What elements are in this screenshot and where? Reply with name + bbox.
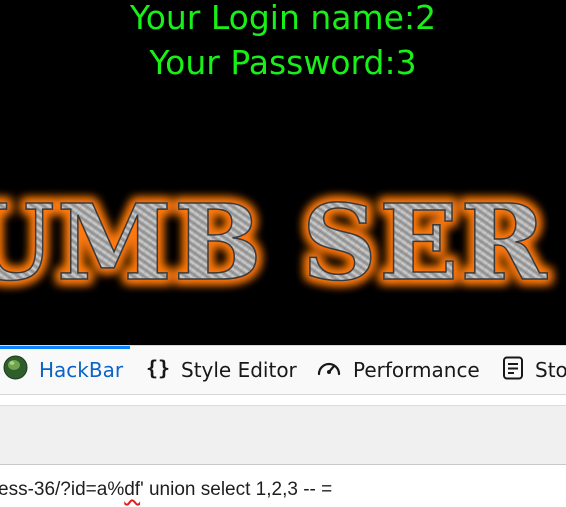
spellcheck-error: df: [124, 479, 141, 500]
tab-hackbar-label: HackBar: [39, 358, 124, 382]
svg-text:UMB SER: UMB SER: [0, 186, 549, 296]
storage-icon: [502, 356, 524, 385]
hackbar-url-field[interactable]: ess-36/?id=a%df' union select 1,2,3 -- =: [0, 465, 566, 507]
tab-performance-label: Performance: [353, 358, 480, 382]
tab-hackbar[interactable]: HackBar: [0, 346, 130, 394]
hackbar-toolbar: [0, 395, 566, 405]
devtools-tab-bar: HackBar {} Style Editor Performance Sto: [0, 345, 566, 395]
tab-performance[interactable]: Performance: [316, 346, 480, 394]
page-content: Your Login name:2 Your Password:3 UMB SE…: [0, 0, 566, 345]
login-name-text: Your Login name:2: [129, 0, 437, 37]
svg-text:{}: {}: [146, 356, 170, 380]
hackbar-panel: [0, 405, 566, 465]
tab-selected-indicator: [0, 346, 130, 349]
braces-icon: {}: [146, 356, 170, 385]
hackbar-url-text[interactable]: ess-36/?id=a%df' union select 1,2,3 -- =: [0, 479, 332, 501]
gauge-icon: [316, 356, 342, 385]
password-text: Your Password:3: [149, 43, 417, 82]
hackbar-icon: [3, 355, 28, 385]
banner-image: UMB SER UMB SER: [0, 186, 551, 296]
tab-storage-label: Sto: [535, 358, 566, 382]
tab-storage[interactable]: Sto: [502, 346, 566, 394]
tab-style-editor-label: Style Editor: [181, 358, 297, 382]
tab-style-editor[interactable]: {} Style Editor: [146, 346, 297, 394]
